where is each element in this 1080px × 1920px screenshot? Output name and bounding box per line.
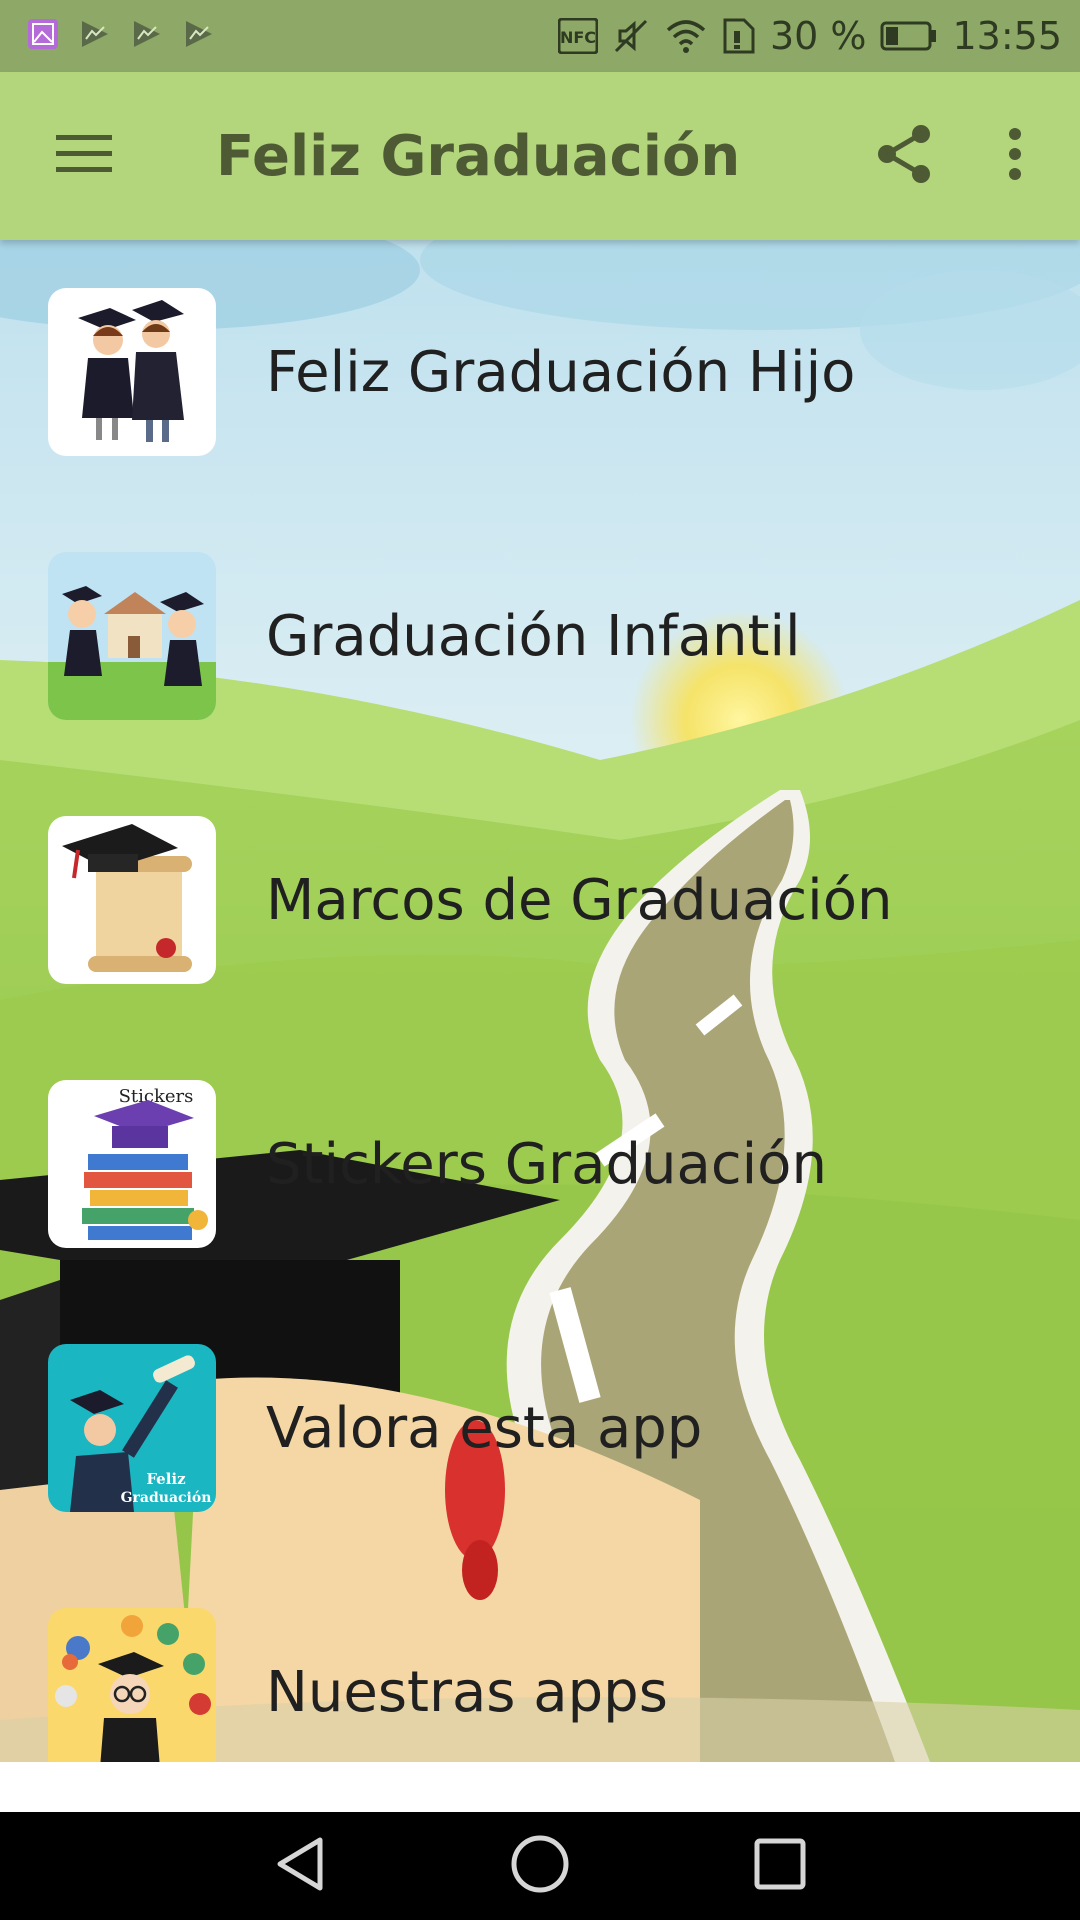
menu-item-label: Stickers Graduación (266, 1131, 827, 1197)
notification-icons (26, 17, 216, 55)
menu-button[interactable] (24, 96, 144, 216)
gallery-icon (26, 17, 60, 55)
menu-item-label: Valora esta app (266, 1395, 703, 1461)
recents-button[interactable] (660, 1812, 900, 1920)
app-bar-actions (850, 96, 1080, 216)
hamburger-icon (54, 132, 114, 180)
app-bar: Feliz Graduación (0, 72, 1080, 240)
more-options-button[interactable] (960, 96, 1070, 216)
battery-icon (880, 20, 938, 52)
menu-item-label: Nuestras apps (266, 1659, 668, 1725)
menu-item-marcos-de-graduacion[interactable]: Marcos de Graduación (0, 800, 1080, 1000)
back-button[interactable] (180, 1812, 420, 1920)
mute-icon (612, 17, 650, 55)
bottom-spacer (0, 1762, 1080, 1812)
menu-item-label: Graduación Infantil (266, 603, 801, 669)
content-area: Feliz Graduación Hijo Graduación Infanti… (0, 240, 1080, 1762)
menu-item-valora-esta-app[interactable]: Feliz Graduación Valora esta app (0, 1328, 1080, 1528)
battery-percent: 30 % (769, 14, 867, 58)
menu-item-label: Marcos de Graduación (266, 867, 893, 933)
more-vert-icon (1005, 126, 1025, 186)
menu-item-graduacion-infantil[interactable]: Graduación Infantil (0, 536, 1080, 736)
wifi-icon (664, 18, 708, 54)
menu-item-stickers-graduacion[interactable]: Stickers Stickers Graduación (0, 1064, 1080, 1264)
chart-icon (182, 17, 216, 55)
status-bar: NFC 30 % 13:55 (0, 0, 1080, 72)
share-button[interactable] (850, 96, 960, 216)
recents-square-icon (753, 1837, 807, 1895)
navigation-bar (0, 1812, 1080, 1920)
graduate-man-icon: Feliz Graduación (48, 1344, 216, 1512)
app-title: Feliz Graduación (216, 123, 741, 189)
chart-icon (78, 17, 112, 55)
svg-text:NFC: NFC (560, 28, 596, 47)
clock: 13:55 (952, 14, 1062, 58)
home-circle-icon (510, 1834, 570, 1898)
kids-graduation-icon (48, 552, 216, 720)
menu-item-feliz-graduacion-hijo[interactable]: Feliz Graduación Hijo (0, 272, 1080, 472)
chart-icon (130, 17, 164, 55)
system-status: NFC 30 % 13:55 (557, 14, 1062, 58)
menu-item-label: Feliz Graduación Hijo (266, 339, 856, 405)
share-icon (875, 122, 935, 190)
nfc-icon: NFC (557, 18, 598, 54)
sim-icon (722, 17, 756, 55)
home-button[interactable] (420, 1812, 660, 1920)
thumb-text-graduacion: Graduación (121, 1490, 212, 1506)
back-triangle-icon (272, 1835, 328, 1897)
graduates-couple-icon (48, 288, 216, 456)
graduate-apps-icon (48, 1608, 216, 1762)
stickers-books-icon: Stickers (48, 1080, 216, 1248)
diploma-cap-icon (48, 816, 216, 984)
thumb-text-feliz: Feliz (146, 1470, 186, 1488)
menu-item-nuestras-apps[interactable]: Nuestras apps (0, 1592, 1080, 1762)
